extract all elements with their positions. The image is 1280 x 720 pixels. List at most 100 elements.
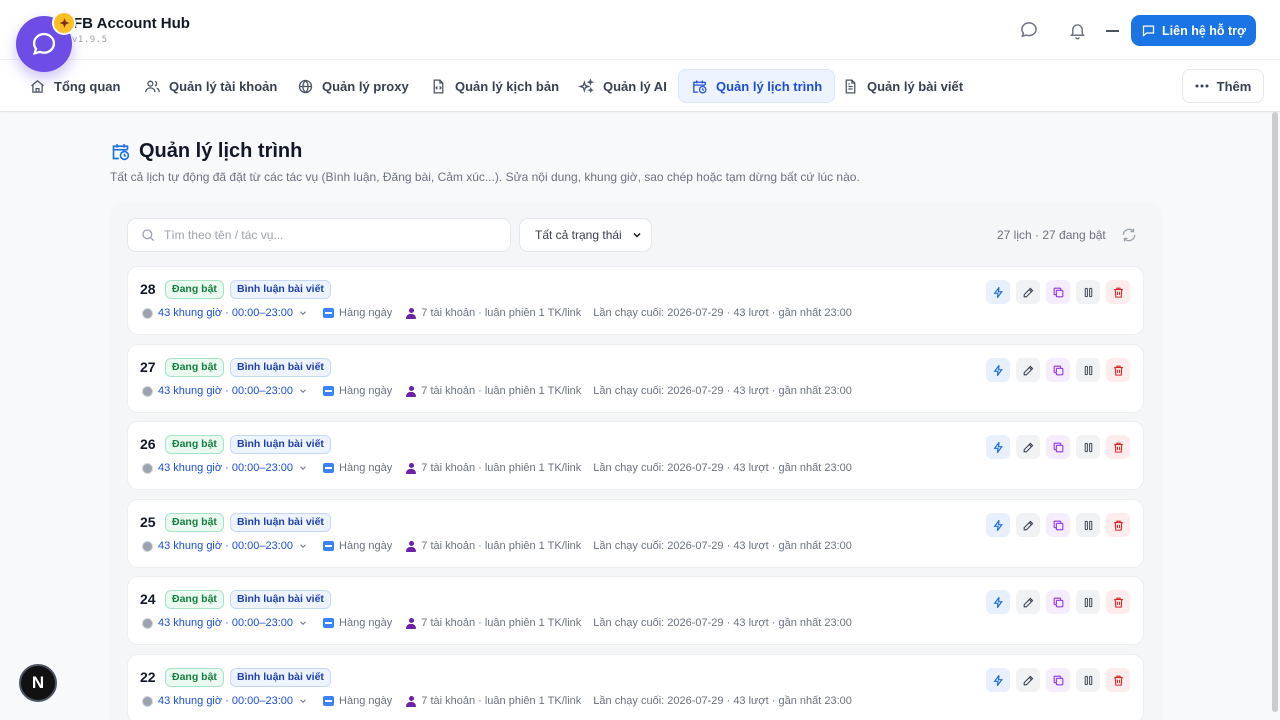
nav-item-accounts[interactable]: Quản lý tài khoản bbox=[132, 69, 289, 103]
accounts-info: 7 tài khoản · luân phiên 1 TK/link bbox=[406, 307, 581, 319]
row-actions bbox=[986, 590, 1130, 614]
schedule-row[interactable]: 28 Đang bật Bình luận bài viết 43 khung … bbox=[127, 266, 1144, 335]
nav-item-overview[interactable]: Tổng quan bbox=[17, 69, 132, 103]
document-icon bbox=[845, 78, 856, 94]
time-slots-toggle[interactable]: 43 khung giờ · 00:00–23:00 bbox=[142, 540, 308, 552]
more-button-label: Thêm bbox=[1216, 78, 1252, 94]
run-now-button[interactable] bbox=[986, 280, 1010, 304]
more-button[interactable]: Thêm bbox=[1182, 69, 1264, 103]
minimize-icon[interactable] bbox=[1106, 30, 1119, 32]
duplicate-button[interactable] bbox=[1046, 280, 1070, 304]
accounts-text: 7 tài khoản · luân phiên 1 TK/link bbox=[421, 540, 582, 552]
page-header: Quản lý lịch trình bbox=[110, 140, 302, 163]
clock-icon bbox=[142, 617, 153, 629]
nav-item-proxy[interactable]: Quản lý proxy bbox=[285, 69, 421, 103]
pencil-icon bbox=[1023, 365, 1033, 375]
pause-button[interactable] bbox=[1076, 358, 1100, 382]
nav-item-scripts[interactable]: Quản lý kịch bản bbox=[418, 69, 571, 103]
schedule-row[interactable]: 22 Đang bật Bình luận bài viết 43 khung … bbox=[127, 654, 1144, 720]
delete-button[interactable] bbox=[1106, 280, 1130, 304]
nav-item-posts[interactable]: Quản lý bài viết bbox=[830, 69, 975, 103]
frequency: Hàng ngày bbox=[323, 540, 392, 552]
frequency: Hàng ngày bbox=[323, 695, 392, 707]
run-now-button[interactable] bbox=[986, 590, 1010, 614]
duplicate-button[interactable] bbox=[1046, 435, 1070, 459]
status-filter-select[interactable]: Tất cả trạng thái bbox=[519, 218, 652, 252]
status-badge: Đang bật bbox=[165, 358, 224, 377]
time-slots-toggle[interactable]: 43 khung giờ · 00:00–23:00 bbox=[142, 307, 308, 319]
pause-icon bbox=[1084, 675, 1092, 685]
schedule-id: 25 bbox=[140, 514, 156, 530]
clock-icon bbox=[142, 307, 153, 319]
schedule-row[interactable]: 25 Đang bật Bình luận bài viết 43 khung … bbox=[127, 499, 1144, 568]
delete-button[interactable] bbox=[1106, 590, 1130, 614]
lightning-icon bbox=[993, 674, 1003, 686]
duplicate-button[interactable] bbox=[1046, 513, 1070, 537]
refresh-icon[interactable] bbox=[1120, 226, 1138, 244]
delete-button[interactable] bbox=[1106, 513, 1130, 537]
frequency: Hàng ngày bbox=[323, 617, 392, 629]
nav-item-label: Quản lý bài viết bbox=[867, 78, 964, 94]
row-actions bbox=[986, 435, 1130, 459]
schedule-row[interactable]: 24 Đang bật Bình luận bài viết 43 khung … bbox=[127, 576, 1144, 645]
task-type-badge: Bình luận bài viết bbox=[230, 590, 331, 609]
support-button[interactable]: Liên hệ hỗ trợ bbox=[1131, 15, 1256, 46]
edit-button[interactable] bbox=[1016, 668, 1040, 692]
run-now-button[interactable] bbox=[986, 513, 1010, 537]
schedule-meta: 43 khung giờ · 00:00–23:00 Hàng ngày 7 t… bbox=[142, 385, 852, 397]
accounts-info: 7 tài khoản · luân phiên 1 TK/link bbox=[406, 617, 581, 629]
bell-icon[interactable] bbox=[1065, 18, 1089, 42]
time-slots-toggle[interactable]: 43 khung giờ · 00:00–23:00 bbox=[142, 385, 308, 397]
last-run-info: Lần chạy cuối: 2026-07-29 · 43 lượt · gầ… bbox=[593, 307, 852, 319]
delete-button[interactable] bbox=[1106, 435, 1130, 459]
duplicate-button[interactable] bbox=[1046, 358, 1070, 382]
page-scrollbar[interactable] bbox=[1272, 112, 1278, 712]
status-badge: Đang bật bbox=[165, 590, 224, 609]
schedule-row[interactable]: 26 Đang bật Bình luận bài viết 43 khung … bbox=[127, 421, 1144, 490]
calendar-icon bbox=[323, 308, 335, 318]
calendar-icon bbox=[323, 618, 335, 628]
time-slots-toggle[interactable]: 43 khung giờ · 00:00–23:00 bbox=[142, 462, 308, 474]
dev-tools-button[interactable]: N bbox=[19, 664, 57, 702]
edit-button[interactable] bbox=[1016, 280, 1040, 304]
pause-button[interactable] bbox=[1076, 435, 1100, 459]
accounts-info: 7 tài khoản · luân phiên 1 TK/link bbox=[406, 462, 581, 474]
pause-icon bbox=[1084, 597, 1092, 607]
pause-button[interactable] bbox=[1076, 513, 1100, 537]
nav-item-ai[interactable]: Quản lý AI bbox=[566, 69, 679, 103]
pause-button[interactable] bbox=[1076, 668, 1100, 692]
time-slots-text: 43 khung giờ · 00:00–23:00 bbox=[158, 695, 294, 707]
schedule-id: 27 bbox=[140, 359, 156, 375]
pause-button[interactable] bbox=[1076, 590, 1100, 614]
pencil-icon bbox=[1023, 597, 1033, 607]
edit-button[interactable] bbox=[1016, 513, 1040, 537]
search-input[interactable] bbox=[164, 228, 494, 242]
calendar-icon bbox=[323, 463, 335, 473]
chevron-down-icon bbox=[633, 232, 641, 238]
trash-icon bbox=[1113, 675, 1123, 686]
run-now-button[interactable] bbox=[986, 668, 1010, 692]
pause-button[interactable] bbox=[1076, 280, 1100, 304]
schedule-row[interactable]: 27 Đang bật Bình luận bài viết 43 khung … bbox=[127, 344, 1144, 413]
delete-button[interactable] bbox=[1106, 668, 1130, 692]
time-slots-toggle[interactable]: 43 khung giờ · 00:00–23:00 bbox=[142, 617, 308, 629]
run-now-button[interactable] bbox=[986, 358, 1010, 382]
task-type-badge: Bình luận bài viết bbox=[230, 358, 331, 377]
duplicate-button[interactable] bbox=[1046, 590, 1070, 614]
lightning-icon bbox=[993, 364, 1003, 376]
search-box[interactable] bbox=[127, 218, 511, 252]
time-slots-toggle[interactable]: 43 khung giờ · 00:00–23:00 bbox=[142, 695, 308, 707]
run-now-button[interactable] bbox=[986, 435, 1010, 459]
last-run-text: Lần chạy cuối: 2026-07-29 · 43 lượt · gầ… bbox=[593, 462, 852, 474]
duplicate-button[interactable] bbox=[1046, 668, 1070, 692]
edit-button[interactable] bbox=[1016, 435, 1040, 459]
delete-button[interactable] bbox=[1106, 358, 1130, 382]
nav-item-schedules[interactable]: Quản lý lịch trình bbox=[678, 69, 836, 103]
schedule-count: 27 lịch · 27 đang bật bbox=[997, 228, 1106, 242]
row-actions bbox=[986, 668, 1130, 692]
edit-button[interactable] bbox=[1016, 590, 1040, 614]
chat-bubble-icon[interactable] bbox=[1017, 18, 1041, 42]
chevron-down-icon bbox=[300, 389, 306, 393]
last-run-text: Lần chạy cuối: 2026-07-29 · 43 lượt · gầ… bbox=[593, 617, 852, 629]
edit-button[interactable] bbox=[1016, 358, 1040, 382]
